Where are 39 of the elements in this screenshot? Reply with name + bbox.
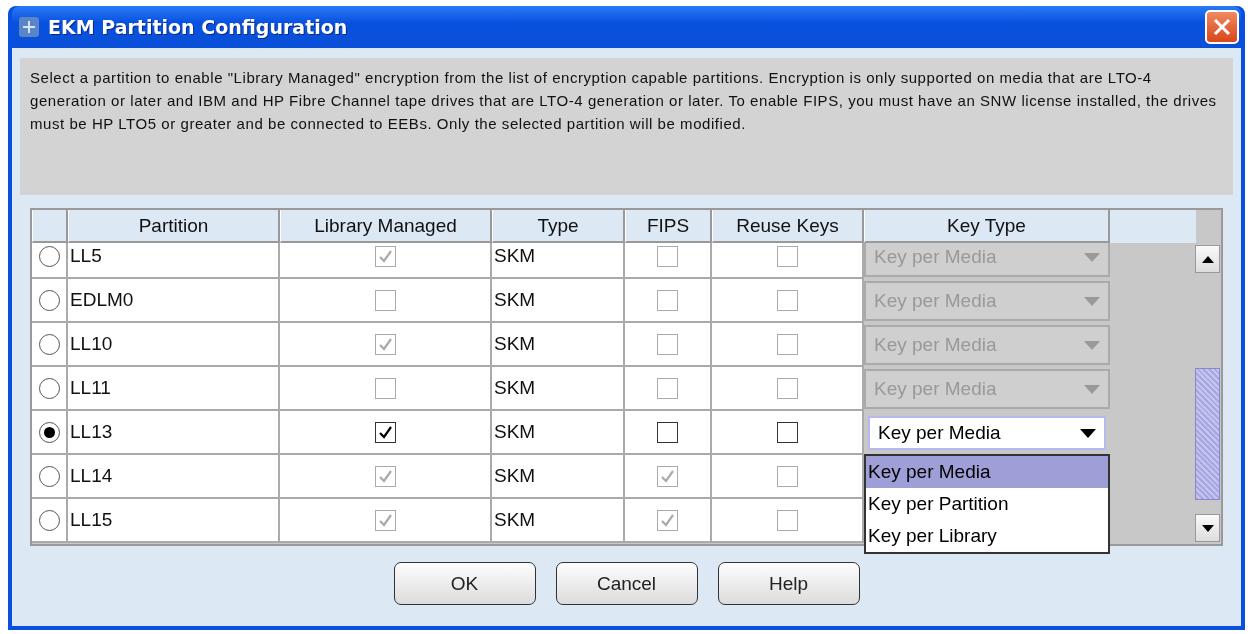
window-title: EKM Partition Configuration [48, 16, 349, 38]
table-cell: LL10 [68, 323, 280, 367]
checkbox[interactable] [657, 421, 678, 443]
dialog-button[interactable]: Cancel [555, 562, 698, 605]
radio-button[interactable] [38, 421, 60, 443]
caret-icon [1080, 428, 1096, 438]
table-cell: SKM [492, 323, 625, 367]
table-cell: LL11 [68, 367, 280, 411]
scroll-thumb[interactable] [1195, 368, 1220, 500]
description-text: Select a partition to enable "Library Managed" encryption from the list of encryption capable partitions. Encryption is only supported on media that are LTO-4 generation or later and IBM and HP Fibre Channel tape drives that are LTO-4 generation or later. To enable FIPS, you must have an SNW license installed, the drives must be HP LTO5 or greater and be connected to EEBs. Only the selected partition will be modified. [20, 58, 1233, 195]
scrollbar[interactable] [1194, 243, 1221, 544]
scroll-up-button[interactable] [1195, 245, 1220, 273]
down-arrow-icon [1201, 524, 1214, 532]
dialog-button[interactable]: Help [717, 562, 860, 605]
table-cell: SKM [492, 243, 625, 279]
caret-icon [1084, 296, 1100, 306]
checkbox[interactable] [374, 421, 396, 443]
table-cell: SKM [492, 279, 625, 323]
close-button[interactable] [1205, 10, 1239, 44]
app-icon [18, 16, 40, 38]
table-cell: LL13 [68, 411, 280, 455]
checkbox[interactable] [776, 421, 798, 443]
table-cell: LL15 [68, 499, 280, 543]
table-cell: LL5 [68, 243, 280, 279]
caret-icon [1084, 340, 1100, 350]
table-cell: LL14 [68, 455, 280, 499]
caret-icon [1084, 384, 1100, 394]
table-cell: SKM [492, 411, 625, 455]
close-icon [1213, 18, 1231, 36]
table-cell: SKM [492, 455, 625, 499]
up-arrow-icon [1201, 255, 1214, 263]
caret-icon [1084, 252, 1100, 262]
table-cell: SKM [492, 499, 625, 543]
menu-option[interactable]: Key per Media [866, 456, 1108, 488]
table-cell: SKM [492, 367, 625, 411]
scroll-down-button[interactable] [1195, 514, 1220, 542]
key-type-dropdown[interactable]: Key per Media [868, 416, 1106, 450]
table-cell: EDLM0 [68, 279, 280, 323]
dialog-button[interactable]: OK [393, 562, 536, 605]
